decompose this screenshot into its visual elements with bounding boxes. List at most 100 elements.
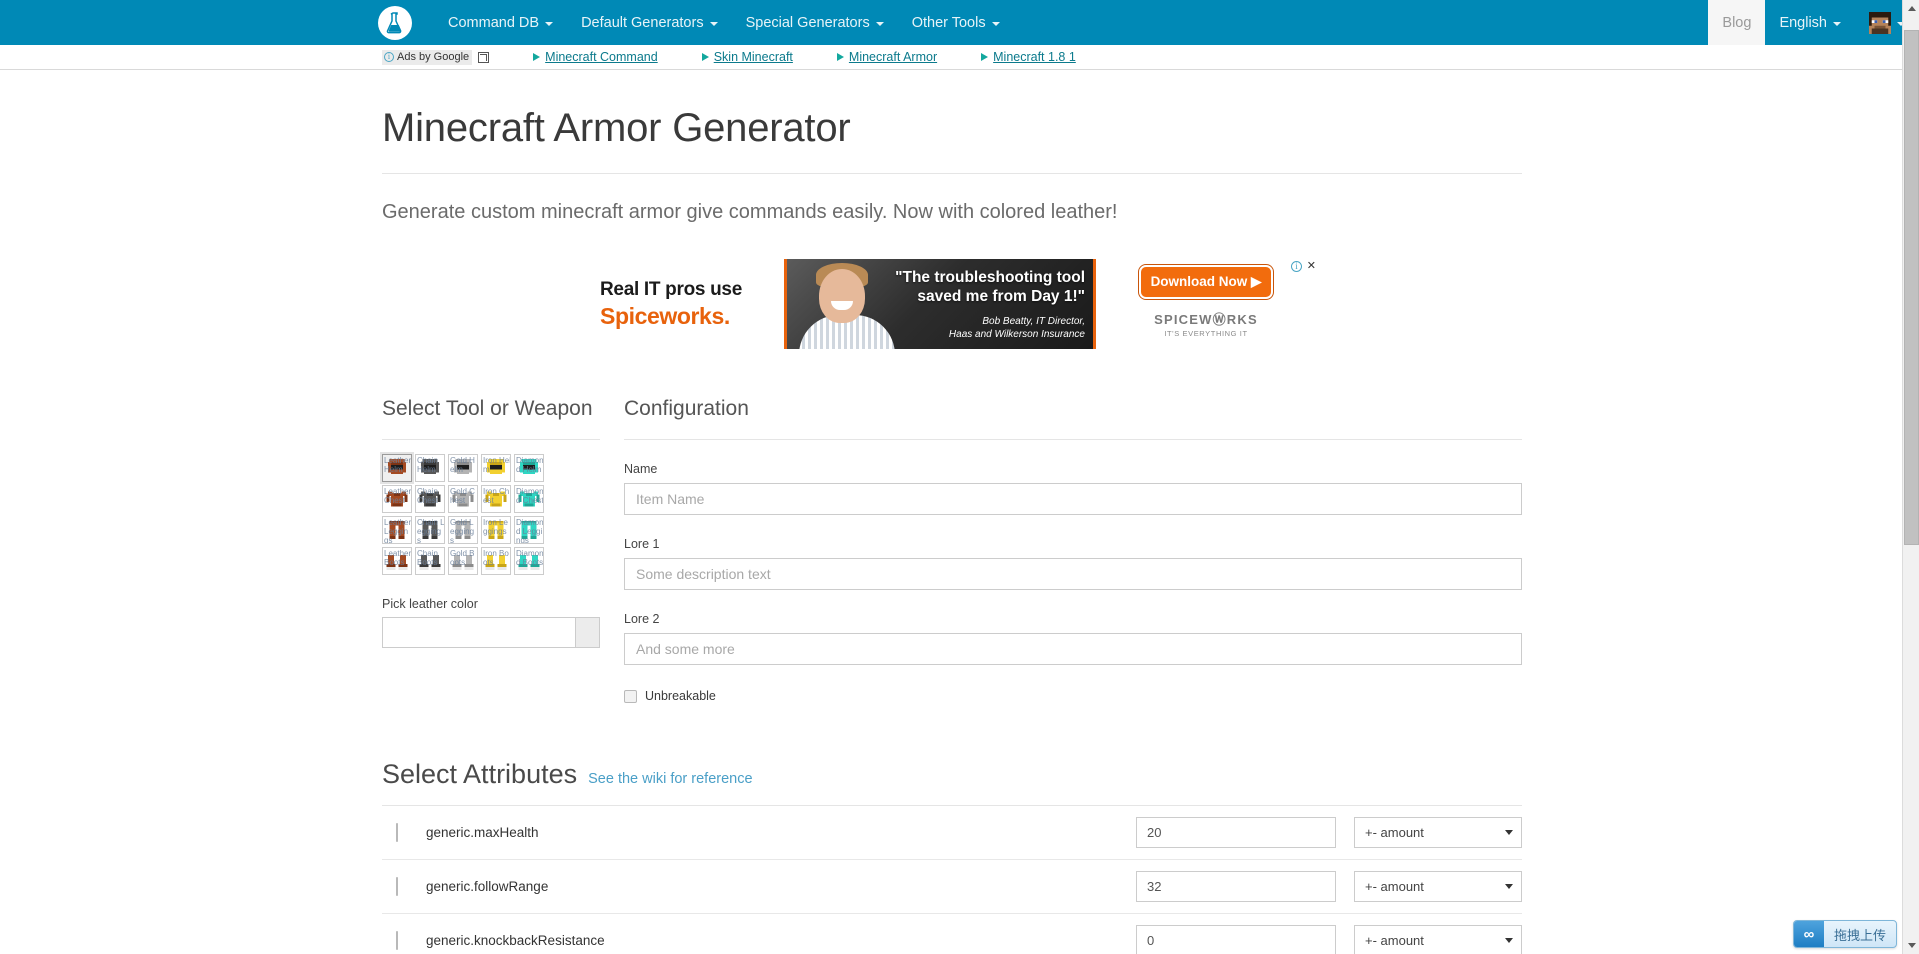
armor-item-iron-boots[interactable]: Iron Boots — [481, 547, 511, 575]
nav-item-default-generators[interactable]: Default Generators — [567, 15, 732, 31]
armor-item-chain-boots[interactable]: Chain Boots — [415, 547, 445, 575]
site-logo[interactable] — [378, 5, 412, 40]
leather-color-swatch-button[interactable] — [576, 617, 600, 648]
armor-item-diamond-leggings[interactable]: Diamond Leggings — [514, 516, 544, 544]
banner-ad-attribution: Bob Beatty, IT Director, Haas and Wilker… — [885, 315, 1085, 341]
scrollbar-thumb[interactable] — [1904, 30, 1919, 545]
unbreakable-row: Unbreakable — [624, 689, 1522, 703]
lore2-field-group: Lore 2 — [624, 612, 1522, 665]
ads-link-minecraft-181[interactable]: Minecraft 1.8 1 — [981, 50, 1076, 64]
nav-item-label: Special Generators — [745, 14, 870, 31]
armor-item-iron-chest[interactable]: Iron Chest — [481, 485, 511, 513]
ads-link-minecraft-armor[interactable]: Minecraft Armor — [836, 50, 937, 64]
unbreakable-label: Unbreakable — [645, 689, 716, 703]
triangle-right-icon — [981, 53, 989, 61]
armor-item-diamond-chest[interactable]: Diamond Chest — [514, 485, 544, 513]
attribute-value-input[interactable] — [1136, 817, 1336, 848]
armor-icon-grid: Leather Helm Chain Helm Gold Helm Iron H… — [382, 454, 600, 575]
ads-by-google-badge[interactable]: i Ads by Google — [382, 49, 473, 65]
name-label: Name — [624, 462, 658, 476]
attributes-title: Select Attributes — [382, 759, 578, 789]
nav-item-blog[interactable]: Blog — [1708, 0, 1766, 45]
chevron-down-icon — [1907, 943, 1916, 948]
banner-ad-line1: Real IT pros use — [600, 278, 742, 300]
attribute-checkbox[interactable] — [396, 822, 398, 842]
nav-item-language[interactable]: English — [1765, 0, 1855, 45]
page-content: Minecraft Armor Generator Generate custo… — [0, 106, 1919, 954]
nav-item-special-generators[interactable]: Special Generators — [732, 15, 898, 31]
banner-ad-attr-line1: Bob Beatty, IT Director, — [982, 316, 1085, 327]
attributes-section: Select Attributes See the wiki for refer… — [382, 759, 1522, 954]
armor-item-gold-leggings[interactable]: Gold Leggings — [448, 516, 478, 544]
wiki-reference-link[interactable]: See the wiki for reference — [588, 771, 752, 787]
triangle-right-icon — [533, 53, 541, 61]
ads-link-skin-minecraft[interactable]: Skin Minecraft — [701, 50, 793, 64]
attribute-name: generic.maxHealth — [426, 825, 539, 840]
google-ads-strip: i Ads by Google Minecraft Command Skin M… — [0, 45, 1919, 70]
armor-item-gold-chest[interactable]: Gold Chest — [448, 485, 478, 513]
lore2-input[interactable] — [624, 633, 1522, 665]
drag-upload-label: 拖拽上传 — [1833, 927, 1886, 943]
chevron-down-icon — [1505, 830, 1513, 835]
attributes-header: Select Attributes See the wiki for refer… — [382, 759, 1522, 790]
close-icon[interactable]: ✕ — [1307, 261, 1316, 272]
armor-item-leather-leggings[interactable]: Leather Leggings — [382, 516, 412, 544]
armor-item-gold-helm[interactable]: Gold Helm — [448, 454, 478, 482]
scroll-down-arrow[interactable] — [1903, 937, 1919, 954]
armor-item-diamond-boots[interactable]: Diamond Boots — [514, 547, 544, 575]
attribute-operation-select[interactable]: +- amount — [1354, 817, 1522, 848]
triangle-right-icon — [836, 53, 844, 61]
info-icon[interactable]: i — [1291, 261, 1302, 272]
nav-item-label: Other Tools — [911, 14, 986, 31]
attribute-value-input[interactable] — [1136, 871, 1336, 902]
name-field-group: Name — [624, 462, 1522, 515]
banner-ad-line2: Spiceworks. — [600, 302, 730, 329]
armor-item-diamond-helm[interactable]: Diamond Helm — [514, 454, 544, 482]
top-navbar: Command DB Default Generators Special Ge… — [0, 0, 1919, 45]
popout-icon[interactable] — [478, 51, 490, 63]
attribute-operation-select[interactable]: +- amount — [1354, 925, 1522, 954]
attribute-checkbox[interactable] — [396, 930, 398, 950]
page-scrollbar[interactable] — [1902, 0, 1919, 954]
armor-item-chain-helm[interactable]: Chain Helm — [415, 454, 445, 482]
banner-ad-left: Real IT pros use Spiceworks. — [588, 259, 784, 349]
attribute-checkbox[interactable] — [396, 876, 398, 896]
chevron-down-icon — [991, 21, 1000, 26]
scroll-up-arrow[interactable] — [1903, 0, 1919, 17]
ads-link-minecraft-command[interactable]: Minecraft Command — [533, 50, 658, 64]
attribute-value-input[interactable] — [1136, 925, 1336, 954]
armor-item-leather-helm[interactable]: Leather Helm — [382, 454, 412, 482]
name-input[interactable] — [624, 483, 1522, 515]
banner-ad[interactable]: Real IT pros use Spiceworks. "The troubl… — [588, 259, 1316, 349]
unbreakable-checkbox[interactable] — [624, 689, 637, 703]
navbar-menu: Command DB Default Generators Special Ge… — [434, 15, 1014, 31]
spiceworks-logo-tagline: IT'S EVERYTHING IT — [1164, 328, 1248, 338]
attribute-operation-select[interactable]: +- amount — [1354, 871, 1522, 902]
armor-item-iron-helm[interactable]: Iron Helm — [481, 454, 511, 482]
armor-item-leather-chest[interactable]: Leather Chest — [382, 485, 412, 513]
chevron-down-icon — [709, 21, 718, 26]
page-subtitle: Generate custom minecraft armor give com… — [382, 201, 1118, 223]
leather-color-input[interactable] — [382, 617, 576, 648]
chevron-down-icon — [1833, 21, 1841, 26]
nav-item-other-tools[interactable]: Other Tools — [898, 15, 1014, 31]
armor-item-chain-leggings[interactable]: Chain Leggings — [415, 516, 445, 544]
leather-color-label: Pick leather color — [382, 597, 478, 611]
attribute-checkbox-cell — [382, 930, 426, 950]
ads-by-google-label: Ads by Google — [397, 51, 470, 63]
lore1-input[interactable] — [624, 558, 1522, 590]
main-columns: Select Tool or Weapon Leather Helm Chain… — [382, 397, 1522, 703]
download-now-button[interactable]: Download Now ▶ — [1138, 264, 1274, 299]
tool-panel: Select Tool or Weapon Leather Helm Chain… — [382, 397, 600, 703]
spiceworks-logo-text: SPICEWⓌRKS — [1154, 311, 1258, 327]
nav-item-label: Default Generators — [581, 14, 704, 31]
armor-item-iron-leggings[interactable]: Iron Leggings — [481, 516, 511, 544]
nav-item-command-db[interactable]: Command DB — [434, 15, 567, 31]
navbar-right-group: Blog English — [1708, 0, 1919, 45]
drag-upload-widget[interactable]: ∞ 拖拽上传 — [1792, 920, 1897, 948]
armor-item-gold-boots[interactable]: Gold Boots — [448, 547, 478, 575]
attribute-row: generic.followRange +- amount — [382, 860, 1522, 914]
armor-item-leather-boots[interactable]: Leather Boots — [382, 547, 412, 575]
banner-ad-attr-line2: Haas and Wilkerson Insurance — [948, 329, 1085, 340]
armor-item-chain-chest[interactable]: Chain Chest — [415, 485, 445, 513]
